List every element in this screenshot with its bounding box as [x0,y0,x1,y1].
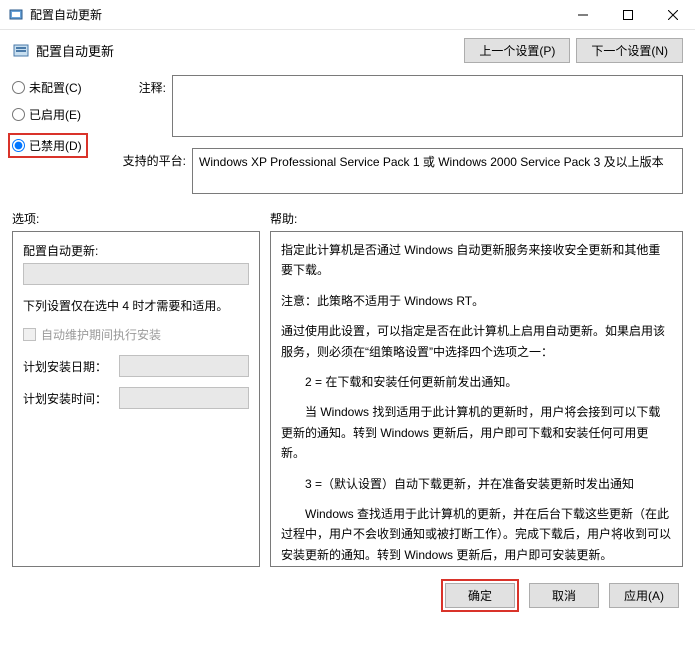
cancel-button[interactable]: 取消 [529,583,599,608]
ok-button[interactable]: 确定 [445,583,515,608]
radio-enabled-label: 已启用(E) [29,106,81,123]
radio-enabled-input[interactable] [12,108,25,121]
radio-disabled-input[interactable] [12,139,25,152]
titlebar: 配置自动更新 [0,0,695,30]
help-text: 注意：此策略不适用于 Windows RT。 [281,291,672,311]
maintenance-checkbox[interactable] [23,328,36,341]
state-radio-group: 未配置(C) 已启用(E) 已禁用(D) [12,75,112,194]
install-time-label: 计划安装时间： [23,390,119,407]
radio-disabled-label: 已禁用(D) [29,137,82,154]
radio-not-configured-label: 未配置(C) [29,79,82,96]
help-text: 通过使用此设置，可以指定是否在此计算机上启用自动更新。如果启用该服务，则必须在“… [281,321,672,362]
apply-button[interactable]: 应用(A) [609,583,679,608]
configure-update-label: 配置自动更新: [23,242,249,259]
platform-label: 支持的平台: [112,148,192,169]
radio-not-configured[interactable]: 未配置(C) [12,79,112,96]
next-setting-button[interactable]: 下一个设置(N) [576,38,683,63]
help-text: 当 Windows 找到适用于此计算机的更新时，用户将会接到可以下载更新的通知。… [281,402,672,463]
help-text: Windows 查找适用于此计算机的更新，并在后台下载这些更新（在此过程中，用户… [281,504,672,565]
install-date-label: 计划安装日期： [23,358,119,375]
help-section-label: 帮助: [270,210,297,227]
footer-buttons: 确定 取消 应用(A) [0,567,695,624]
help-text: 3 =（默认设置）自动下载更新，并在准备安装更新时发出通知 [281,474,672,494]
radio-not-configured-input[interactable] [12,81,25,94]
comment-label: 注释: [112,75,172,140]
help-panel[interactable]: 指定此计算机是否通过 Windows 自动更新服务来接收安全更新和其他重要下载。… [270,231,683,567]
options-section-label: 选项: [12,210,270,227]
policy-icon [12,42,30,60]
options-note: 下列设置仅在选中 4 时才需要和适用。 [23,297,249,314]
comment-textarea[interactable] [172,75,683,137]
install-date-select[interactable] [119,355,249,377]
maintenance-checkbox-row[interactable]: 自动维护期间执行安装 [23,326,249,343]
help-text: 2 = 在下载和安装任何更新前发出通知。 [281,372,672,392]
configure-update-select[interactable] [23,263,249,285]
header-row: 配置自动更新 上一个设置(P) 下一个设置(N) [0,30,695,75]
window-controls [560,0,695,29]
supported-platform-text: Windows XP Professional Service Pack 1 或… [192,148,683,194]
previous-setting-button[interactable]: 上一个设置(P) [464,38,570,63]
help-text: 指定此计算机是否通过 Windows 自动更新服务来接收安全更新和其他重要下载。 [281,240,672,281]
app-icon [8,7,24,23]
radio-enabled[interactable]: 已启用(E) [12,106,112,123]
radio-disabled-highlight: 已禁用(D) [8,133,88,158]
maintenance-checkbox-label: 自动维护期间执行安装 [41,326,161,343]
ok-button-highlight: 确定 [441,579,519,612]
install-time-select[interactable] [119,387,249,409]
options-panel: 配置自动更新: 下列设置仅在选中 4 时才需要和适用。 自动维护期间执行安装 计… [12,231,260,567]
window-title: 配置自动更新 [30,6,560,23]
page-title: 配置自动更新 [36,41,464,60]
minimize-button[interactable] [560,0,605,29]
close-button[interactable] [650,0,695,29]
maximize-button[interactable] [605,0,650,29]
